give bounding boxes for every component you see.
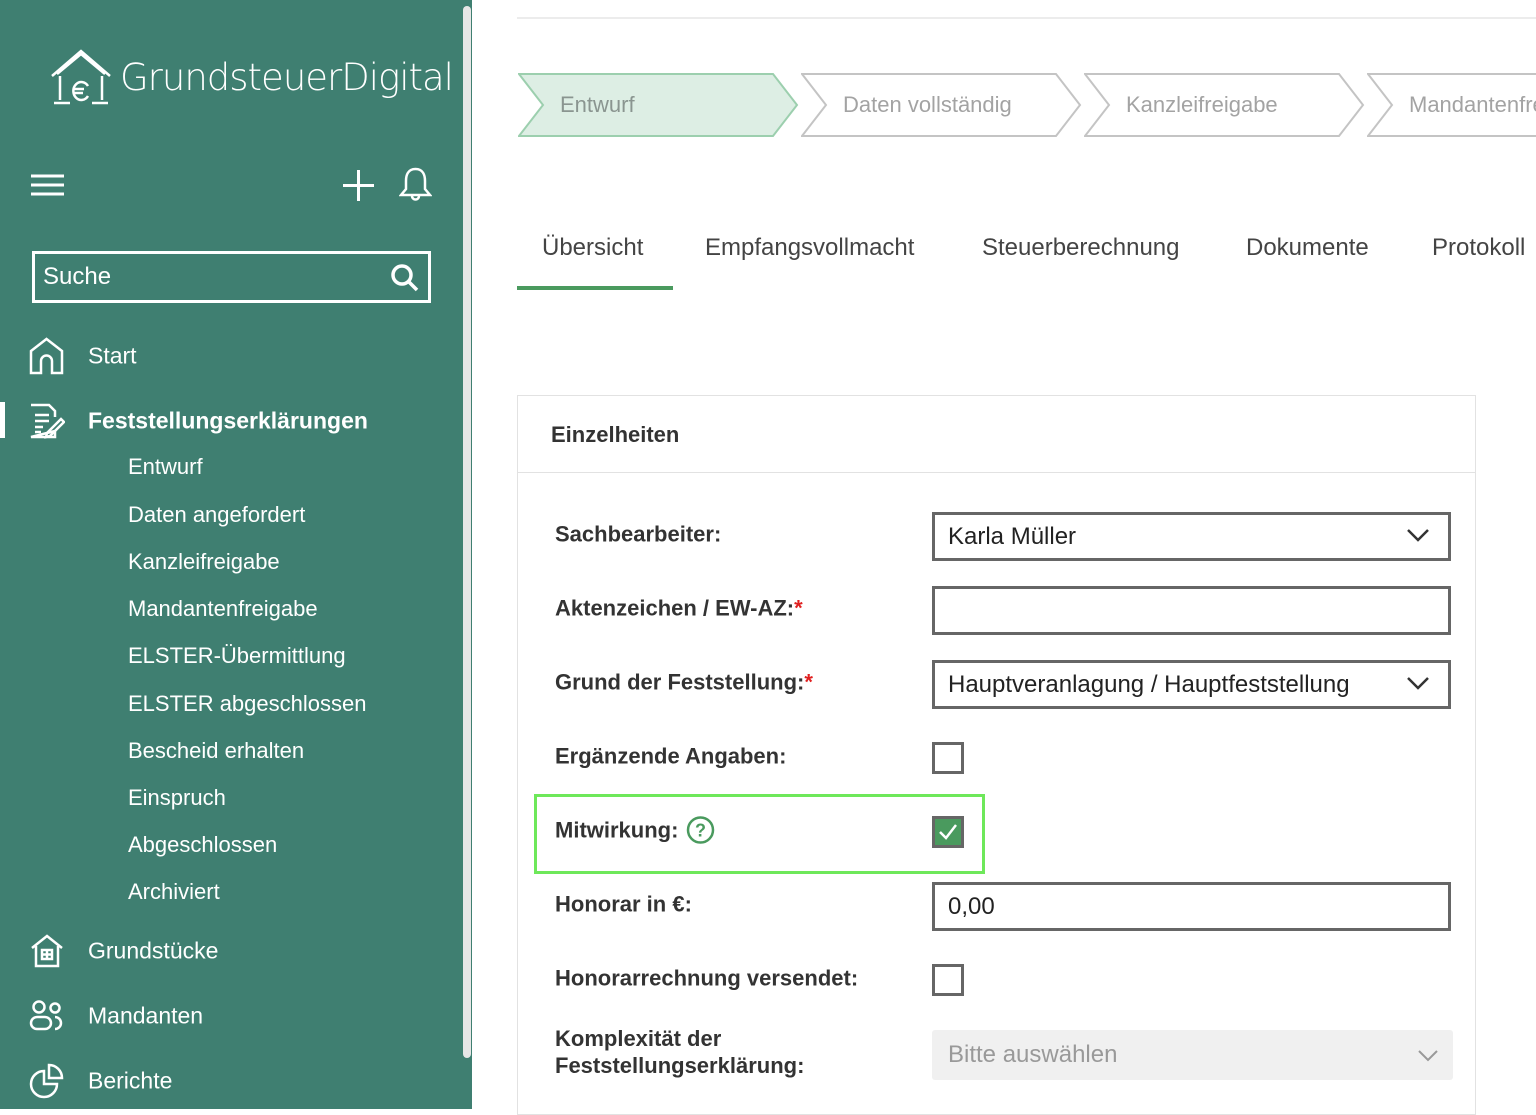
sidebar-item-mandanten[interactable]: Mandanten [88,1003,203,1030]
plus-icon[interactable] [343,170,374,201]
sidebar-subitem-bescheid-erhalten[interactable]: Bescheid erhalten [128,738,304,764]
sidebar-item-start[interactable]: Start [88,343,137,370]
honorar-input[interactable]: 0,00 [932,882,1451,931]
required-marker: * [804,669,813,695]
chevron-down-icon [1407,529,1429,542]
bell-icon[interactable] [399,167,432,202]
sidebar-item-grundstuecke[interactable]: Grundstücke [88,938,218,965]
sidebar: GrundsteuerDigital Start Feststellungser… [0,0,472,1109]
chevron-down-icon [1418,1050,1438,1062]
step-kanzleifreigabe[interactable]: Kanzleifreigabe [1082,73,1366,142]
users-icon [29,1000,63,1031]
honorarrechnung-label: Honorarrechnung versendet: [555,965,859,991]
tab-uebersicht[interactable]: Übersicht [542,234,643,262]
sidebar-scrollbar[interactable] [463,6,471,1058]
sidebar-subitem-archiviert[interactable]: Archiviert [128,879,220,905]
sidebar-subitem-mandantenfreigabe[interactable]: Mandantenfreigabe [128,596,318,622]
search-icon[interactable] [390,263,420,293]
aktenzeichen-label: Aktenzeichen / EW-AZ:* [555,595,803,621]
sidebar-subitem-daten-angefordert[interactable]: Daten angefordert [128,502,305,528]
sidebar-subitem-elster-uebermittlung[interactable]: ELSTER-Übermittlung [128,643,346,669]
grund-select[interactable]: Hauptveranlagung / Hauptfeststellung [932,660,1451,709]
sidebar-subitem-einspruch[interactable]: Einspruch [128,785,226,811]
active-tab-underline [517,286,673,290]
mitwirkung-label: Mitwirkung: ? [555,816,715,845]
aktenzeichen-input[interactable] [932,586,1451,635]
step-mandantenfreigabe[interactable]: Mandantenfreigabe [1367,73,1536,137]
sidebar-item-feststellungserklaerungen[interactable]: Feststellungserklärungen [88,408,368,435]
property-icon [31,934,63,968]
tab-steuerberechnung[interactable]: Steuerberechnung [982,234,1179,262]
sidebar-subitem-abgeschlossen[interactable]: Abgeschlossen [128,832,277,858]
search-input[interactable] [35,254,375,300]
app-name: GrundsteuerDigital [120,55,454,99]
sidebar-subitem-elster-abgeschlossen[interactable]: ELSTER abgeschlossen [128,691,366,717]
tab-protokoll[interactable]: Protokoll [1432,234,1525,262]
tab-dokumente[interactable]: Dokumente [1246,234,1369,262]
help-icon[interactable]: ? [686,816,715,845]
ergaenzende-checkbox[interactable] [932,742,964,774]
active-indicator [0,402,5,438]
sidebar-subitem-entwurf[interactable]: Entwurf [128,454,203,480]
honorar-label: Honorar in €: [555,891,692,917]
search-box [32,251,431,303]
step-entwurf[interactable]: Entwurf [516,73,800,142]
divider [517,17,1536,19]
document-edit-icon [30,403,65,439]
tab-empfangsvollmacht[interactable]: Empfangsvollmacht [705,234,914,262]
komplexitaet-select[interactable]: Bitte auswählen [932,1030,1453,1080]
hamburger-menu-icon[interactable] [31,174,64,196]
house-euro-logo-icon [51,49,111,105]
ergaenzende-label: Ergänzende Angaben: [555,743,787,769]
grund-label: Grund der Feststellung:* [555,669,813,695]
sachbearbeiter-label: Sachbearbeiter: [555,521,722,547]
pie-chart-icon [29,1063,64,1099]
panel-title: Einzelheiten [518,396,1475,473]
checkmark-icon [939,824,957,840]
logo[interactable]: GrundsteuerDigital [50,48,454,106]
sidebar-item-berichte[interactable]: Berichte [88,1068,172,1095]
sachbearbeiter-select[interactable]: Karla Müller [932,512,1451,561]
svg-text:?: ? [695,821,706,841]
sidebar-subitem-kanzleifreigabe[interactable]: Kanzleifreigabe [128,549,280,575]
komplexitaet-label: Komplexität der Feststellungserklärung: [555,1026,805,1078]
required-marker: * [794,595,803,621]
home-icon [29,337,64,375]
honorarrechnung-checkbox[interactable] [932,964,964,996]
step-daten-vollstaendig[interactable]: Daten vollständig [799,73,1083,142]
mitwirkung-checkbox[interactable] [932,816,964,848]
chevron-down-icon [1407,677,1429,690]
